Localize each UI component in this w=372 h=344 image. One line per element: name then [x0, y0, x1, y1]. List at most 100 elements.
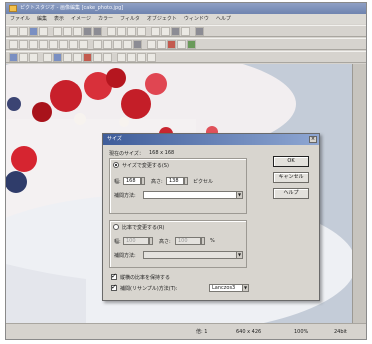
- mosaic-icon[interactable]: [63, 52, 72, 62]
- chevron-down-icon: ▼: [236, 252, 242, 258]
- blur-icon[interactable]: [73, 52, 82, 62]
- current-size-value: 168 x 168: [149, 150, 175, 156]
- menu-help[interactable]: ヘルプ: [216, 14, 231, 24]
- gradient-icon[interactable]: [103, 52, 112, 62]
- brush-tool-icon[interactable]: [59, 39, 68, 49]
- menu-object[interactable]: オブジェクト: [147, 14, 177, 24]
- filter-icon[interactable]: [187, 39, 196, 49]
- width-spinner[interactable]: [141, 177, 145, 185]
- fill-tool-icon[interactable]: [79, 39, 88, 49]
- undo-icon[interactable]: [83, 26, 92, 36]
- zoom-out-icon[interactable]: [117, 26, 126, 36]
- save-icon[interactable]: [29, 26, 38, 36]
- ratio-interp-select[interactable]: ▼: [143, 251, 243, 259]
- brightness-icon[interactable]: [147, 39, 156, 49]
- color-balance-icon[interactable]: [167, 39, 176, 49]
- actual-size-icon[interactable]: [137, 26, 146, 36]
- status-scale: 倍: 1: [196, 329, 208, 335]
- red-eye-icon[interactable]: [83, 52, 92, 62]
- keep-ratio-label: 縦横の比率を保持する: [120, 275, 171, 281]
- help-button[interactable]: ヘルプ: [273, 188, 309, 199]
- paste-icon[interactable]: [73, 26, 82, 36]
- ratio-height-spinner[interactable]: [201, 237, 205, 245]
- shape-tool-icon[interactable]: [161, 26, 170, 36]
- pencil-icon[interactable]: [127, 52, 136, 62]
- chevron-down-icon: ▼: [242, 285, 248, 291]
- open-folder-icon[interactable]: [19, 26, 28, 36]
- lasso-tool-icon[interactable]: [39, 39, 48, 49]
- resize-dialog: サイズ × 現在のサイズ： 168 x 168 サイズで変更する(S) 幅: 1…: [102, 133, 320, 301]
- window-title: ピクトスタジオ - 画像編集 [cake_photo.jpg]: [20, 5, 124, 11]
- scanner-icon[interactable]: [19, 52, 28, 62]
- rotate-right-icon[interactable]: [103, 39, 112, 49]
- select-tool-icon[interactable]: [9, 39, 18, 49]
- ratio-interp-label: 補間方法:: [114, 253, 136, 259]
- eyedropper-icon[interactable]: [147, 52, 156, 62]
- ok-button[interactable]: OK: [273, 156, 309, 167]
- current-size-label: 現在のサイズ：: [109, 151, 144, 157]
- ratio-height-input[interactable]: 100: [175, 237, 201, 245]
- cancel-button[interactable]: キャンセル: [273, 172, 309, 183]
- width-input[interactable]: 168: [123, 177, 141, 185]
- contrast-icon[interactable]: [157, 39, 166, 49]
- menu-file[interactable]: ファイル: [10, 14, 30, 24]
- resample-select[interactable]: Lanczos3 ▼: [209, 284, 249, 292]
- ratio-width-input[interactable]: 100: [123, 237, 149, 245]
- ratio-mode-radio[interactable]: [113, 224, 119, 230]
- dialog-title: サイズ: [107, 136, 122, 142]
- image-list-icon[interactable]: [29, 52, 38, 62]
- keep-ratio-checkbox[interactable]: [111, 272, 117, 280]
- height-spinner[interactable]: [184, 177, 188, 185]
- frame-icon[interactable]: [43, 52, 52, 62]
- menu-window[interactable]: ウィンドウ: [184, 14, 209, 24]
- new-file-icon[interactable]: [9, 26, 18, 36]
- pen-icon[interactable]: [117, 52, 126, 62]
- width-label: 幅:: [114, 179, 121, 185]
- window-icon[interactable]: [195, 26, 204, 36]
- menu-color[interactable]: カラー: [98, 14, 113, 24]
- crop-tool-icon[interactable]: [19, 39, 28, 49]
- chevron-down-icon: ▼: [236, 192, 242, 198]
- eraser-tool-icon[interactable]: [69, 39, 78, 49]
- adjust-icon[interactable]: [53, 52, 62, 62]
- cut-icon[interactable]: [53, 26, 62, 36]
- capture-icon[interactable]: [9, 52, 18, 62]
- grid-icon[interactable]: [181, 26, 190, 36]
- title-bar: ピクトスタジオ - 画像編集 [cake_photo.jpg]: [6, 3, 366, 14]
- status-image-size: 640 x 426: [236, 329, 262, 335]
- app-window: ピクトスタジオ - 画像編集 [cake_photo.jpg] ファイル 編集 …: [5, 2, 367, 340]
- size-mode-radio[interactable]: [113, 162, 119, 168]
- layer-icon[interactable]: [171, 26, 180, 36]
- spray-icon[interactable]: [137, 52, 146, 62]
- menu-edit[interactable]: 編集: [37, 14, 47, 24]
- status-zoom: 100%: [294, 329, 309, 335]
- rotate-left-icon[interactable]: [93, 39, 102, 49]
- flip-vertical-icon[interactable]: [123, 39, 132, 49]
- menu-image[interactable]: イメージ: [71, 14, 91, 24]
- height-input[interactable]: 138: [166, 177, 184, 185]
- close-icon[interactable]: ×: [309, 136, 317, 143]
- fit-window-icon[interactable]: [127, 26, 136, 36]
- wand-tool-icon[interactable]: [49, 39, 58, 49]
- sharpen-icon[interactable]: [177, 39, 186, 49]
- menu-filter[interactable]: フィルタ: [120, 14, 140, 24]
- ratio-width-spinner[interactable]: [149, 237, 153, 245]
- interp-select[interactable]: ▼: [143, 191, 243, 199]
- menu-view[interactable]: 表示: [54, 14, 64, 24]
- flip-horizontal-icon[interactable]: [113, 39, 122, 49]
- copy-icon[interactable]: [63, 26, 72, 36]
- stamp-icon[interactable]: [93, 52, 102, 62]
- ratio-width-label: 幅:: [114, 239, 121, 245]
- app-icon: [9, 5, 17, 12]
- redo-icon[interactable]: [93, 26, 102, 36]
- text-tool-icon[interactable]: [151, 26, 160, 36]
- resample-checkbox[interactable]: [111, 283, 117, 291]
- print-icon[interactable]: [39, 26, 48, 36]
- ratio-height-label: 高さ:: [159, 239, 171, 245]
- height-label: 高さ:: [151, 179, 163, 185]
- resize-icon[interactable]: [133, 39, 142, 49]
- vertical-scrollbar[interactable]: [352, 64, 366, 325]
- zoom-in-icon[interactable]: [107, 26, 116, 36]
- resample-value: Lanczos3: [212, 285, 236, 291]
- move-tool-icon[interactable]: [29, 39, 38, 49]
